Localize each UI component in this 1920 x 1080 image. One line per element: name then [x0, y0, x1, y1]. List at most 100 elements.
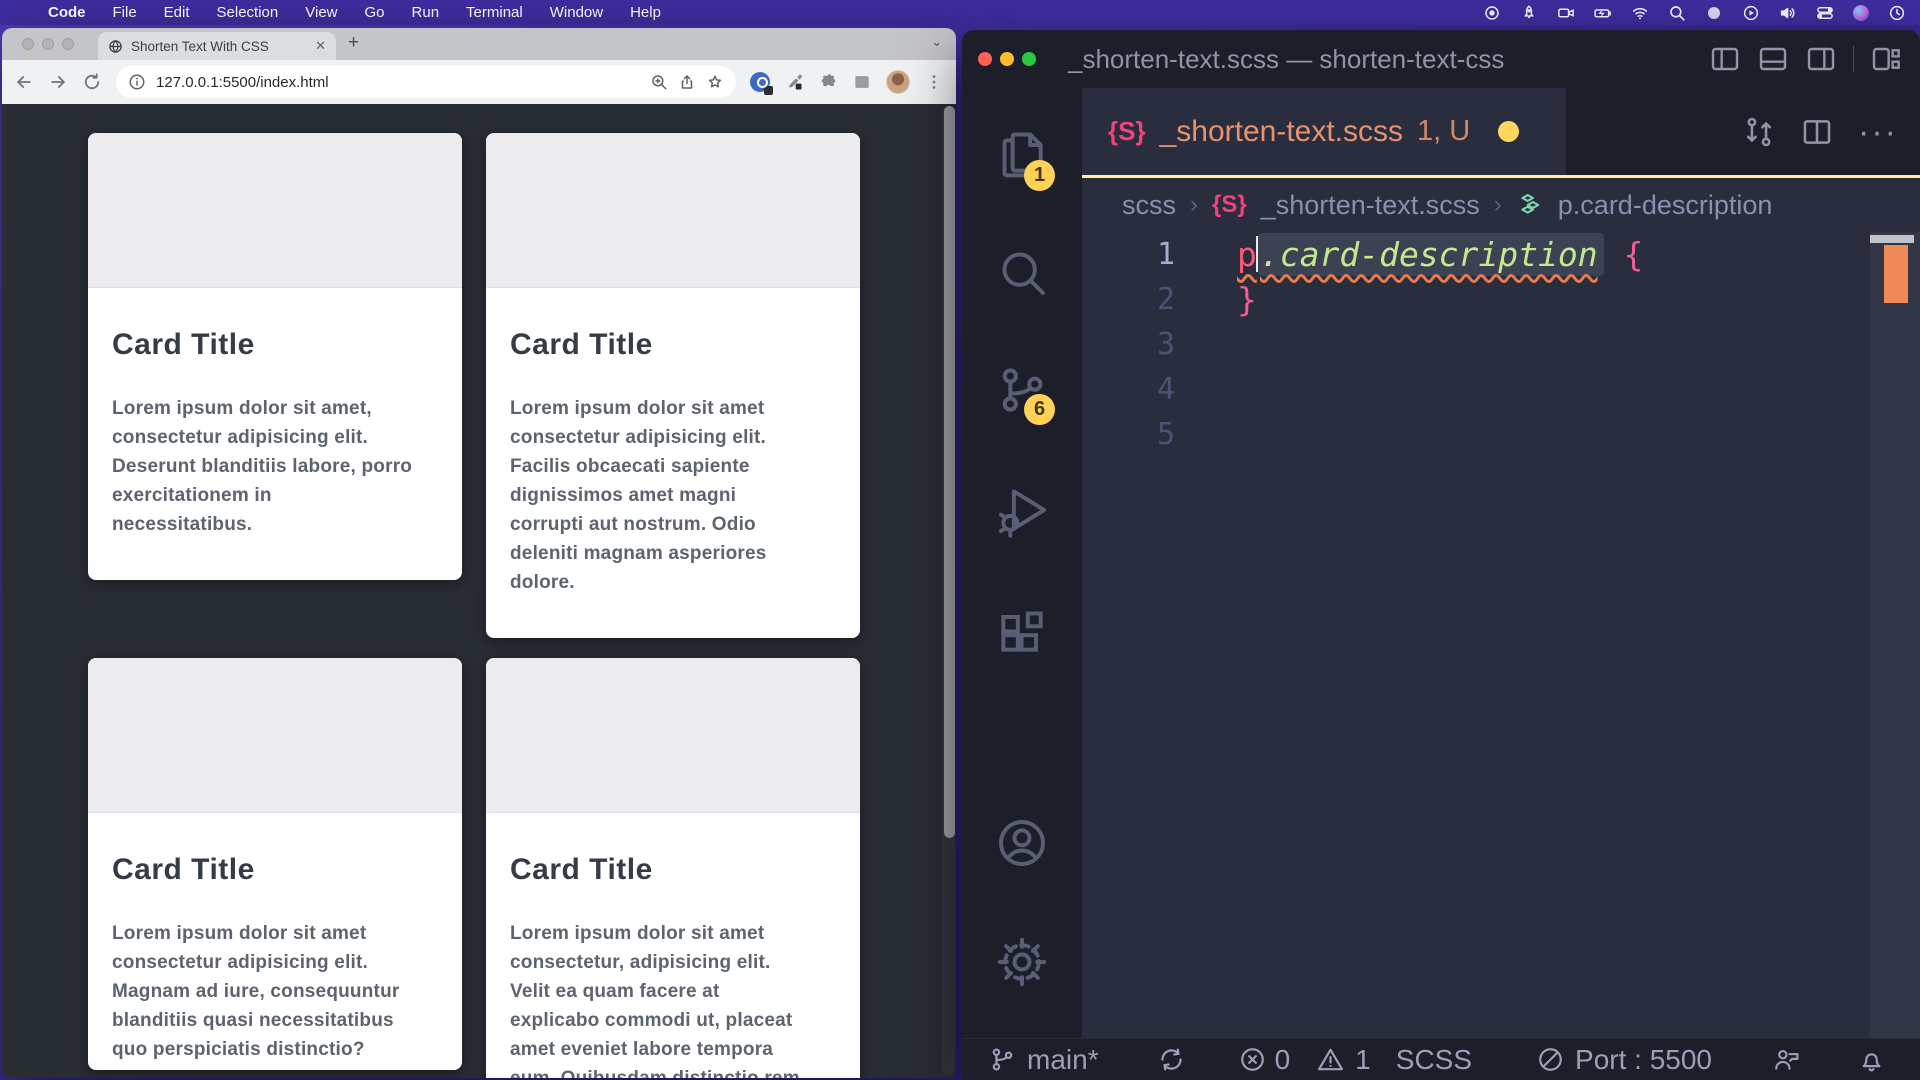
run-debug-icon[interactable] [994, 482, 1050, 538]
control-center-icon[interactable] [1816, 4, 1834, 22]
minimize-window-button[interactable] [1000, 52, 1014, 66]
tab-filename: _shorten-text.scss [1160, 115, 1403, 149]
eyedropper-extension-icon[interactable] [784, 72, 804, 92]
clock-icon[interactable] [1888, 4, 1906, 22]
rocket-icon[interactable] [1520, 4, 1538, 22]
editor-scrollbar[interactable] [1870, 232, 1920, 1038]
more-actions-icon[interactable]: ··· [1858, 122, 1898, 142]
code-line[interactable]: 2} [1082, 277, 1920, 322]
problems-item[interactable]: 0 1 [1238, 1044, 1371, 1076]
back-icon[interactable] [14, 72, 34, 92]
vscode-traffic-lights [978, 52, 1036, 66]
menu-item-edit[interactable]: Edit [164, 4, 190, 21]
zoom-window-button[interactable] [62, 38, 74, 50]
toggle-panel-icon[interactable] [1757, 43, 1789, 75]
menu-item-help[interactable]: Help [630, 4, 661, 21]
git-branch-item[interactable]: main* [988, 1044, 1099, 1076]
editor-group: {S} _shorten-text.scss 1, U ··· scss › {… [1082, 88, 1920, 1038]
activity-bar: 1 6 [962, 88, 1082, 1038]
customize-layout-icon[interactable] [1870, 43, 1902, 75]
password-manager-extension-icon[interactable] [750, 72, 770, 92]
menu-item-selection[interactable]: Selection [217, 4, 279, 21]
sync-icon [1157, 1045, 1186, 1074]
scss-file-icon: {S} [1212, 191, 1247, 219]
settings-gear-icon[interactable] [994, 934, 1050, 990]
share-icon[interactable] [678, 73, 696, 91]
siri-icon[interactable] [1853, 5, 1869, 21]
code-line[interactable]: 3 [1082, 322, 1920, 367]
editor-tab[interactable]: {S} _shorten-text.scss 1, U [1082, 88, 1566, 175]
bookmark-star-icon[interactable] [706, 73, 724, 91]
reload-icon[interactable] [82, 72, 102, 92]
zoom-window-button[interactable] [1022, 52, 1036, 66]
sync-item[interactable] [1157, 1045, 1186, 1074]
app-dot-icon[interactable] [1705, 4, 1723, 22]
vscode-title-bar: _shorten-text.scss — shorten-text-css [962, 30, 1920, 88]
search-icon[interactable] [994, 244, 1050, 300]
zoom-icon[interactable] [650, 73, 668, 91]
breadcrumbs: scss › {S} _shorten-text.scss › p.card-d… [1082, 178, 1920, 232]
language-mode-item[interactable]: SCSS [1396, 1044, 1472, 1076]
code-token: } [1237, 280, 1257, 319]
browser-traffic-lights [22, 38, 74, 50]
live-server-item[interactable]: Port : 5500 [1536, 1044, 1712, 1076]
browser-tab[interactable]: Shorten Text With CSS ✕ [98, 32, 336, 60]
line-number: 2 [1082, 277, 1175, 322]
line-number: 3 [1082, 322, 1175, 367]
code-line[interactable]: 1p.card-description { [1082, 232, 1920, 277]
card: Card Title Lorem ipsum dolor sit amet co… [486, 658, 860, 1078]
url-text[interactable]: 127.0.0.1:5500/index.html [156, 74, 640, 91]
battery-icon[interactable] [1594, 4, 1612, 22]
screen-record-icon[interactable] [1557, 4, 1575, 22]
menu-item-code[interactable]: Code [48, 4, 86, 21]
menu-item-window[interactable]: Window [550, 4, 603, 21]
breadcrumb-file[interactable]: _shorten-text.scss [1261, 190, 1480, 221]
browser-tab-bar: Shorten Text With CSS ✕ + ⌄ [2, 28, 956, 60]
close-window-button[interactable] [22, 38, 34, 50]
menu-item-terminal[interactable]: Terminal [466, 4, 523, 21]
site-info-icon[interactable] [128, 73, 146, 91]
open-changes-icon[interactable] [1742, 115, 1776, 149]
extensions-icon[interactable] [994, 606, 1050, 662]
url-bar[interactable]: 127.0.0.1:5500/index.html [116, 66, 736, 98]
card-title: Card Title [112, 328, 436, 362]
code-line[interactable]: 5 [1082, 412, 1920, 457]
menu-item-view[interactable]: View [305, 4, 337, 21]
chevron-right-icon: › [1494, 191, 1502, 219]
menu-item-go[interactable]: Go [365, 4, 385, 21]
menu-item-run[interactable]: Run [412, 4, 440, 21]
new-tab-button[interactable]: + [348, 30, 359, 56]
play-circle-icon[interactable] [1742, 4, 1760, 22]
code-line[interactable]: 4 [1082, 367, 1920, 412]
feedback-item[interactable] [1772, 1045, 1801, 1074]
minimize-window-button[interactable] [42, 38, 54, 50]
side-panel-icon[interactable] [852, 72, 872, 92]
extensions-puzzle-icon[interactable] [818, 72, 838, 92]
breadcrumb-folder[interactable]: scss [1122, 190, 1176, 221]
forward-icon[interactable] [48, 72, 68, 92]
code-editor[interactable]: 1p.card-description {2}345 [1082, 232, 1920, 1038]
wifi-icon[interactable] [1631, 4, 1649, 22]
card-title: Card Title [510, 853, 834, 887]
volume-icon[interactable] [1779, 4, 1797, 22]
unsaved-dot-icon[interactable] [1498, 121, 1519, 142]
menu-item-file[interactable]: File [113, 4, 137, 21]
spotlight-search-icon[interactable] [1668, 4, 1686, 22]
toggle-secondary-sidebar-icon[interactable] [1805, 43, 1837, 75]
line-number: 4 [1082, 367, 1175, 412]
close-window-button[interactable] [978, 52, 992, 66]
breadcrumb-symbol[interactable]: p.card-description [1558, 190, 1773, 221]
source-control-badge: 6 [1024, 394, 1055, 425]
profile-avatar[interactable] [886, 70, 910, 94]
record-dot-icon[interactable] [1483, 4, 1501, 22]
vscode-window: _shorten-text.scss — shorten-text-css 1 … [962, 30, 1920, 1080]
account-icon[interactable] [994, 815, 1050, 871]
overview-ruler-warning-marker [1884, 245, 1908, 303]
tab-search-chevron-icon[interactable]: ⌄ [931, 34, 942, 50]
notifications-item[interactable] [1857, 1045, 1886, 1074]
split-editor-icon[interactable] [1800, 115, 1834, 149]
page-scrollbar-thumb[interactable] [944, 106, 955, 838]
browser-menu-kebab-icon[interactable] [924, 72, 944, 92]
tab-close-icon[interactable]: ✕ [315, 38, 326, 54]
toggle-primary-sidebar-icon[interactable] [1709, 43, 1741, 75]
